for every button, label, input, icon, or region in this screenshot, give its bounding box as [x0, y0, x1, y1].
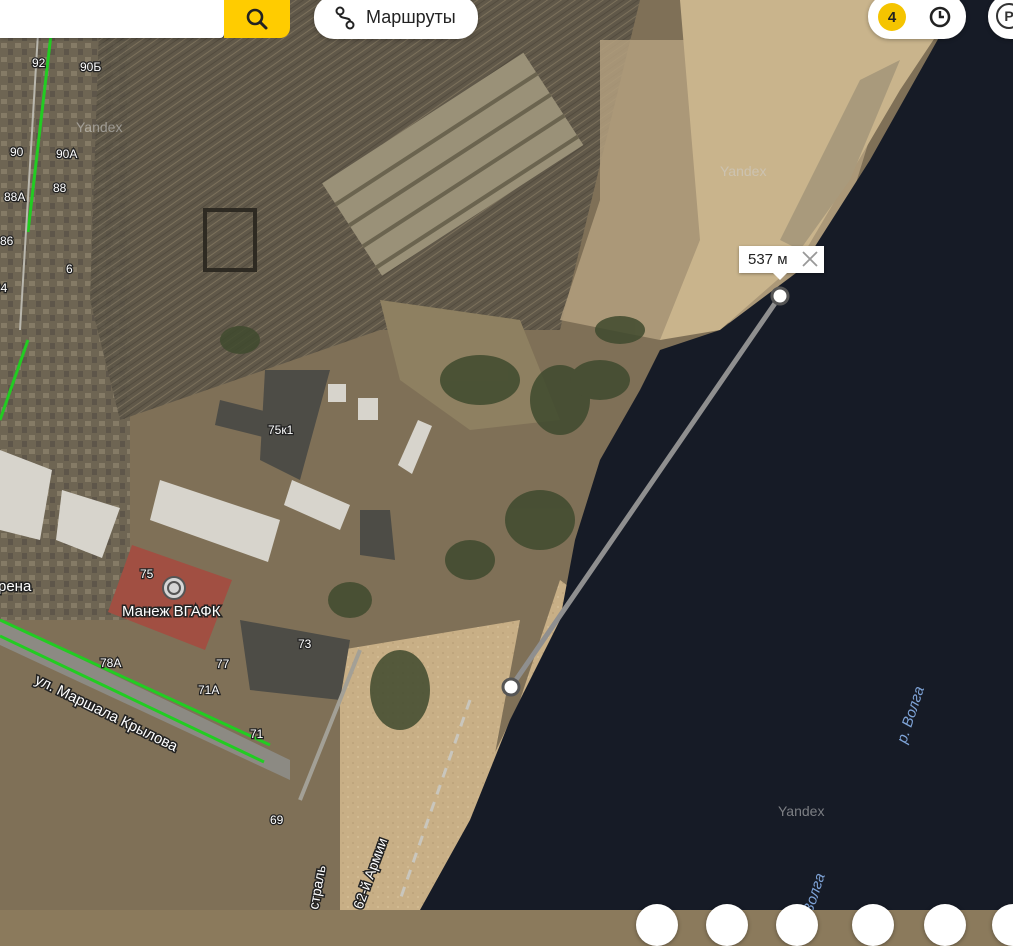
search-input[interactable] — [0, 0, 224, 38]
sports-poi-icon[interactable] — [162, 576, 186, 600]
label-house-88a: 88А — [4, 190, 25, 204]
label-house-90b: 90Б — [80, 60, 101, 74]
map-control-button[interactable] — [852, 904, 894, 946]
label-house-75: 75 — [140, 567, 154, 581]
measure-point-start[interactable] — [501, 677, 521, 697]
map-control-button[interactable] — [776, 904, 818, 946]
search-button[interactable] — [224, 0, 290, 38]
label-house-73: 73 — [298, 637, 312, 651]
search-icon — [246, 8, 268, 30]
route-icon — [335, 6, 355, 29]
clock-icon — [929, 6, 951, 28]
map-control-button[interactable] — [924, 904, 966, 946]
label-house-90: 90 — [10, 145, 24, 159]
label-house-69: 69 — [270, 813, 284, 827]
measure-point-end[interactable] — [770, 286, 790, 306]
yandex-watermark: Yandex — [76, 119, 122, 135]
label-house-71a: 71А — [198, 683, 219, 697]
measure-distance-label: 537 м — [739, 246, 824, 280]
label-house-6: 6 — [66, 262, 73, 276]
routes-button[interactable]: Маршруты — [314, 0, 478, 39]
satellite-map[interactable]: 92 90Б 90 90А 88А 88 86 84 6 75к1 75 73 … — [0, 0, 1013, 910]
label-house-92: 92 — [32, 56, 46, 70]
map-control-button[interactable] — [636, 904, 678, 946]
label-house-88: 88 — [53, 181, 67, 195]
label-house-90a: 90А — [56, 147, 77, 161]
label-house-86: 86 — [0, 234, 14, 248]
poi-label-manezh[interactable]: Манеж ВГАФК — [121, 602, 223, 622]
traffic-control: 4 — [868, 0, 966, 39]
label-house-84: 84 — [0, 281, 8, 295]
map-control-button[interactable] — [706, 904, 748, 946]
label-house-78a: 78А — [100, 656, 121, 670]
label-house-77: 77 — [216, 657, 230, 671]
routes-button-label: Маршруты — [366, 7, 456, 27]
history-button[interactable] — [926, 3, 954, 31]
p-icon: P — [996, 3, 1013, 29]
close-icon[interactable] — [800, 249, 820, 269]
label-house-71: 71 — [250, 727, 264, 741]
yandex-watermark: Yandex — [720, 163, 766, 179]
map-control-button[interactable] — [992, 904, 1013, 946]
yandex-watermark: Yandex — [778, 803, 824, 819]
label-house-75k1: 75к1 — [268, 423, 294, 437]
poi-label-arena[interactable]: рена — [0, 577, 33, 597]
distance-value: 537 м — [748, 251, 788, 268]
traffic-level-badge[interactable]: 4 — [878, 3, 906, 31]
